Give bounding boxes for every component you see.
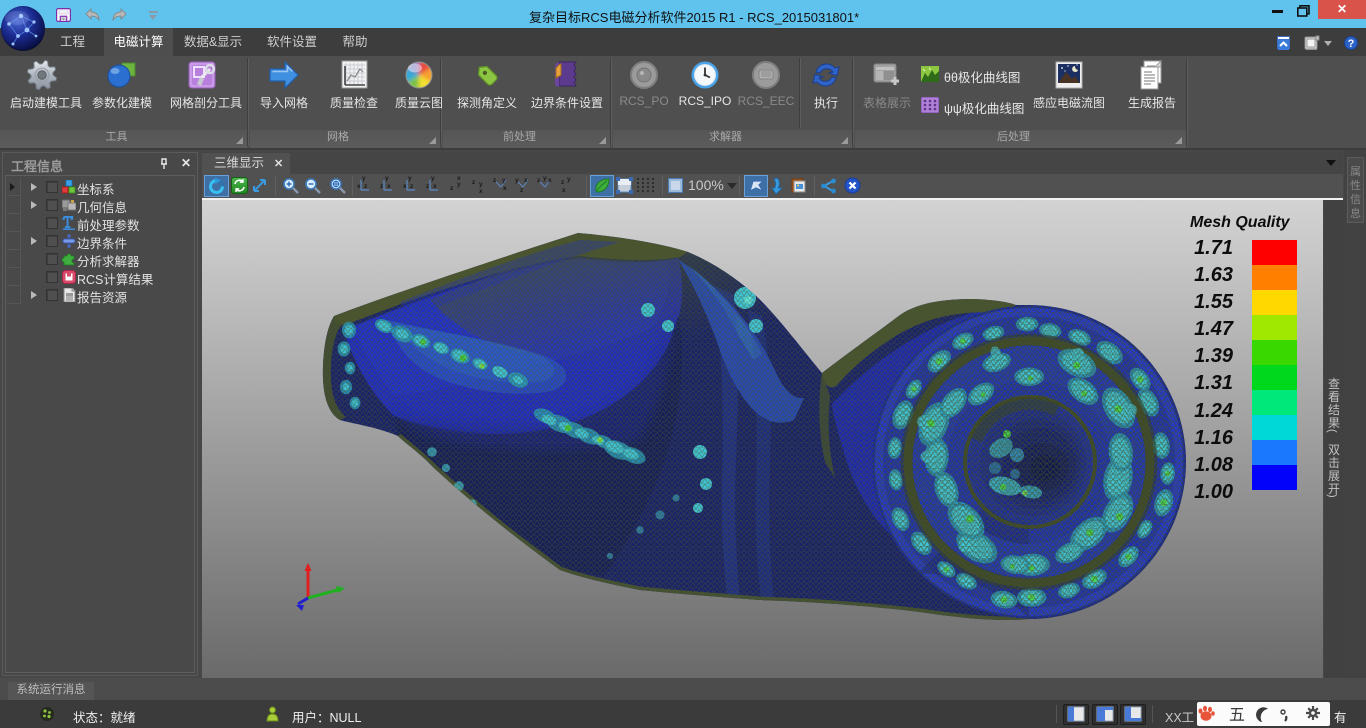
svg-text:x: x xyxy=(457,175,461,182)
svg-text:z: z xyxy=(380,183,384,190)
svg-text:y: y xyxy=(515,177,519,184)
svg-text:z: z xyxy=(472,179,476,186)
svg-text:y: y xyxy=(385,175,389,182)
svg-text:y: y xyxy=(408,175,412,182)
svg-text:x: x xyxy=(433,183,437,190)
svg-text:x: x xyxy=(387,183,391,190)
svg-text:z: z xyxy=(450,185,454,192)
svg-text:x: x xyxy=(479,188,483,195)
svg-text:五: 五 xyxy=(1229,707,1245,724)
svg-text:y: y xyxy=(567,176,571,183)
svg-text:x: x xyxy=(562,187,566,194)
svg-text:z: z xyxy=(410,183,414,190)
svg-text:x: x xyxy=(524,177,528,184)
svg-text:y: y xyxy=(502,177,506,184)
svg-text:z: z xyxy=(364,183,368,190)
svg-text:y: y xyxy=(543,175,547,182)
svg-text:z: z xyxy=(426,183,430,190)
svg-text:z: z xyxy=(520,187,524,194)
svg-text:y: y xyxy=(479,181,483,188)
svg-text:x: x xyxy=(403,183,407,190)
svg-text:y: y xyxy=(362,175,366,182)
svg-text:x: x xyxy=(503,185,507,192)
svg-text:x: x xyxy=(548,177,552,184)
svg-text:y: y xyxy=(431,175,435,182)
svg-text:y: y xyxy=(457,181,461,188)
svg-text:z: z xyxy=(561,179,565,186)
svg-text:x: x xyxy=(357,183,361,190)
